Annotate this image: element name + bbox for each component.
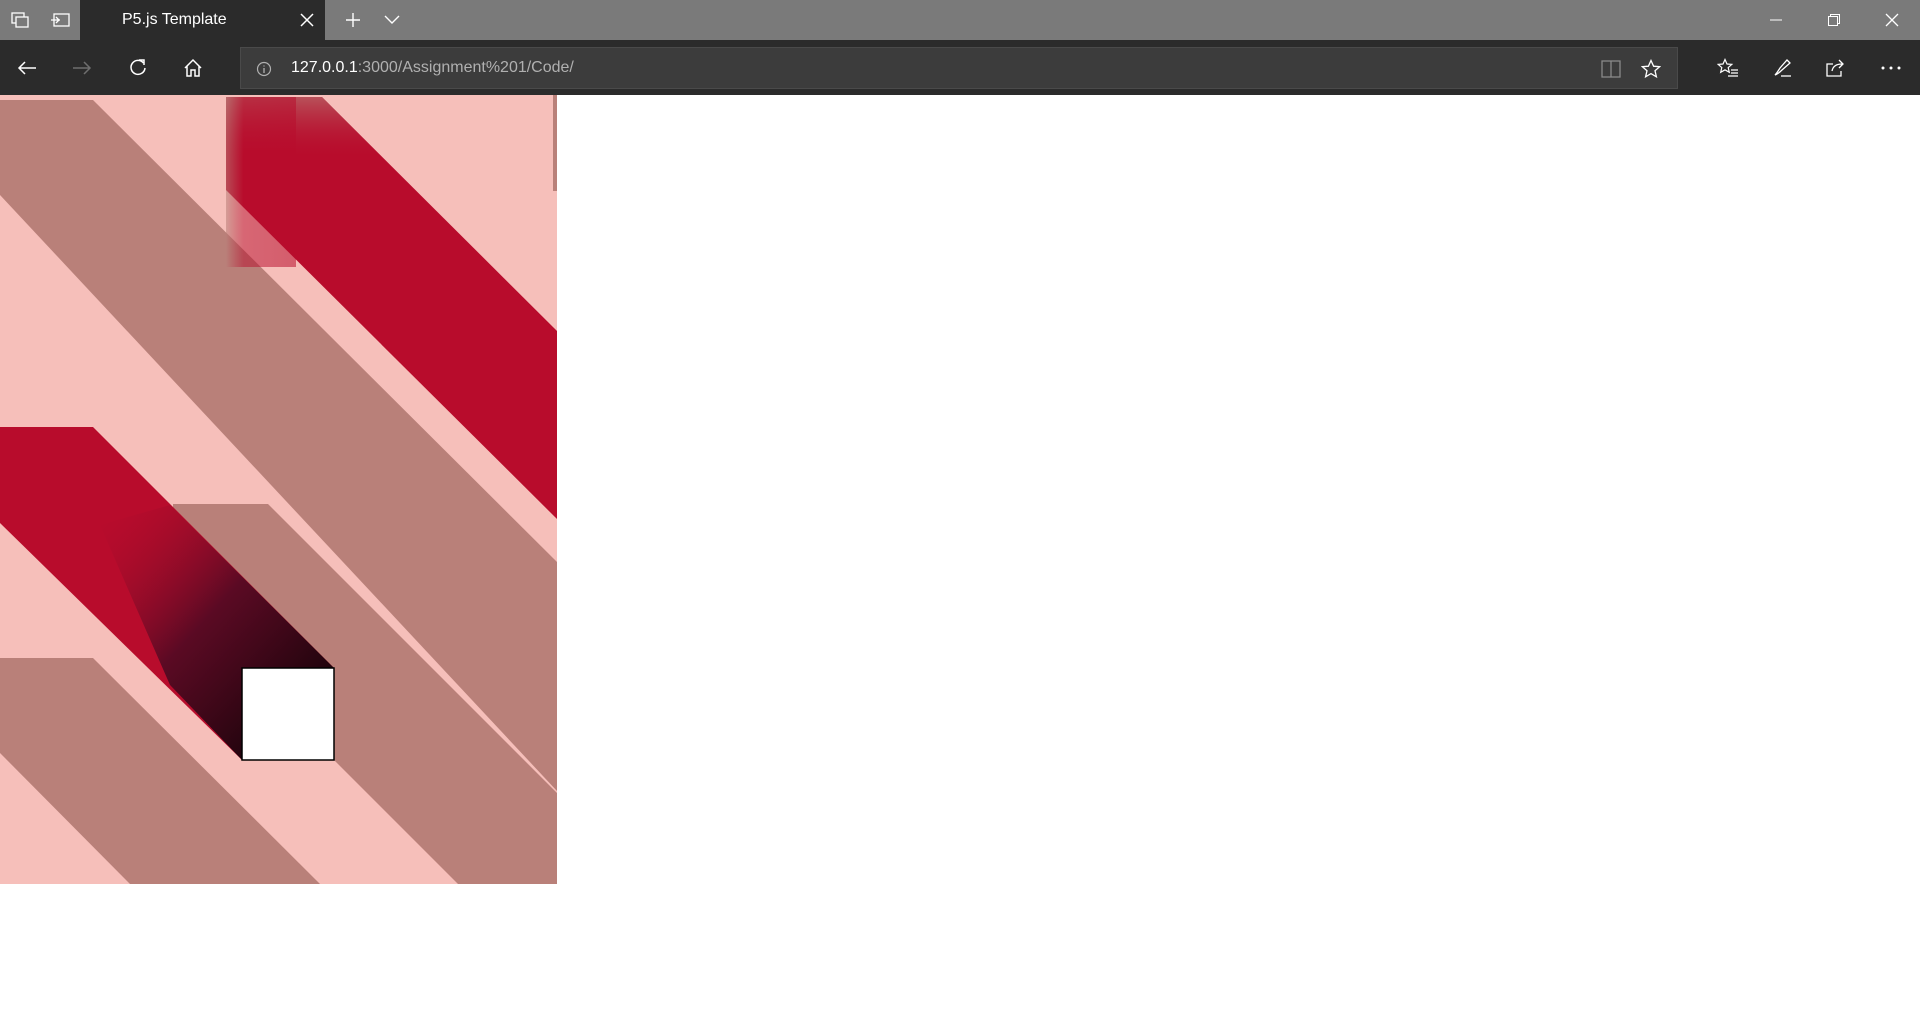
close-icon: [300, 13, 314, 27]
url-text[interactable]: 127.0.0.1:3000/Assignment%201/Code/: [291, 59, 574, 77]
tab-list-button[interactable]: [372, 0, 412, 40]
arrow-right-icon: [73, 61, 92, 75]
address-bar[interactable]: 127.0.0.1:3000/Assignment%201/Code/: [240, 47, 1678, 89]
browser-window: P5.js Template 127.0.0.1:3000/Assignment…: [0, 0, 1920, 1030]
url-path: :3000/Assignment%201/Code/: [357, 59, 574, 76]
site-info-button[interactable]: [255, 60, 273, 78]
tab-set-aside-button[interactable]: [0, 0, 40, 40]
reading-view-button[interactable]: [1599, 57, 1623, 81]
add-favorite-button[interactable]: [1639, 57, 1663, 81]
close-icon: [1885, 13, 1899, 27]
new-tab-button[interactable]: [333, 0, 373, 40]
tab-set-aside-icon: [11, 12, 29, 28]
refresh-icon: [130, 59, 146, 76]
pen-icon: [1774, 59, 1791, 77]
share-icon: [1826, 59, 1844, 77]
tab-close-button[interactable]: [295, 8, 319, 32]
info-icon: [256, 61, 272, 77]
tab-active[interactable]: P5.js Template: [80, 0, 325, 40]
home-button[interactable]: [170, 45, 216, 91]
book-icon: [1601, 60, 1621, 78]
more-button[interactable]: [1868, 45, 1914, 91]
plus-icon: [346, 13, 360, 27]
share-button[interactable]: [1813, 45, 1859, 91]
tab-restore-button[interactable]: [40, 0, 80, 40]
minimize-icon: [1770, 19, 1782, 21]
navigation-bar: 127.0.0.1:3000/Assignment%201/Code/: [0, 40, 1920, 95]
chevron-down-icon: [384, 15, 400, 24]
minimize-button[interactable]: [1748, 0, 1804, 40]
tab-restore-icon: [51, 13, 70, 27]
restore-button[interactable]: [1806, 0, 1862, 40]
sketch-white-square: [241, 667, 335, 761]
tab-title: P5.js Template: [122, 11, 227, 28]
canvas-scroll-indicator: [553, 95, 557, 191]
home-icon: [184, 58, 202, 77]
forward-button[interactable]: [59, 45, 105, 91]
refresh-button[interactable]: [115, 45, 161, 91]
page-viewport: [0, 95, 1920, 1030]
arrow-left-icon: [17, 61, 36, 75]
ellipsis-icon: [1881, 66, 1901, 70]
back-button[interactable]: [4, 45, 50, 91]
favorites-hub-button[interactable]: [1705, 45, 1751, 91]
restore-icon: [1828, 14, 1840, 26]
star-icon: [1641, 59, 1661, 79]
favorites-list-icon: [1717, 58, 1738, 77]
sketch-canvas[interactable]: [0, 95, 557, 884]
notes-button[interactable]: [1759, 45, 1805, 91]
sketch-band-red-top-edge: [226, 97, 296, 267]
window-close-button[interactable]: [1864, 0, 1920, 40]
tab-bar: P5.js Template: [0, 0, 1920, 40]
url-host: 127.0.0.1: [291, 59, 358, 76]
